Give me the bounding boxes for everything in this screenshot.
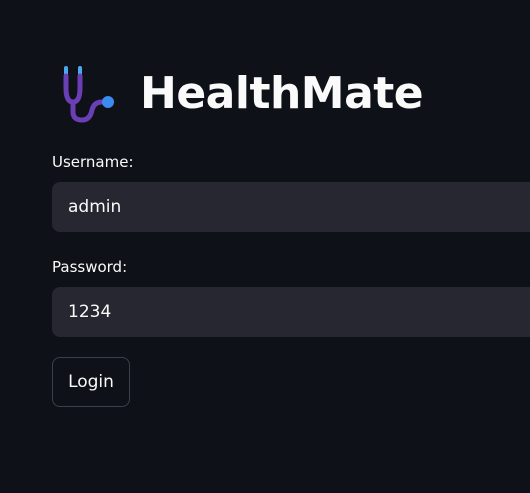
password-input[interactable]: 1234 bbox=[52, 287, 530, 337]
username-value: admin bbox=[68, 197, 122, 217]
username-label: Username: bbox=[52, 153, 134, 171]
stethoscope-icon bbox=[56, 62, 120, 126]
username-input[interactable]: admin bbox=[52, 182, 530, 232]
login-button[interactable]: Login bbox=[52, 357, 130, 407]
header: HealthMate bbox=[56, 62, 424, 126]
password-value: 1234 bbox=[68, 302, 112, 322]
app-title: HealthMate bbox=[140, 68, 424, 119]
password-label: Password: bbox=[52, 258, 128, 276]
app-root: HealthMate Username: admin Password: 123… bbox=[0, 0, 530, 493]
